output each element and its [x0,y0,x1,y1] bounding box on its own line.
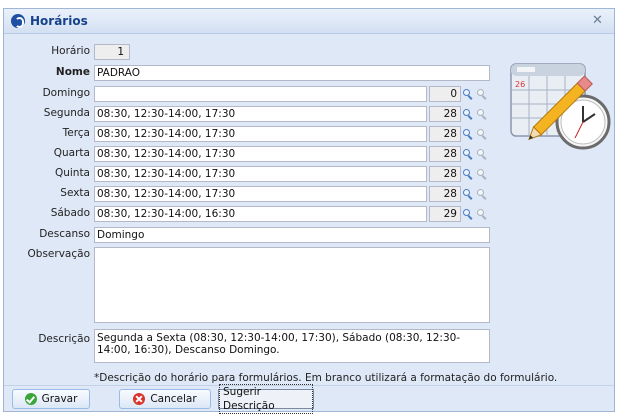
magnifier-grey-icon[interactable] [476,108,488,120]
magnifier-icon[interactable] [462,208,474,220]
magnifier-grey-icon[interactable] [476,88,488,100]
terca-field[interactable]: 08:30, 12:30-14:00, 17:30 [94,126,427,142]
horario-field: 1 [94,44,130,60]
form-panel: Horário 1 Nome PADRAO Domingo 0 Segunda … [4,35,614,387]
magnifier-grey-icon[interactable] [476,208,488,220]
title-bar: Horários ✕ [4,9,614,34]
descanso-label: Descanso [39,228,90,240]
close-icon[interactable]: ✕ [590,13,605,28]
terca-count: 28 [429,126,461,142]
magnifier-icon[interactable] [462,128,474,140]
cancel-button-label: Cancelar [150,393,197,405]
quarta-label: Quarta [53,147,90,159]
app-logo-icon [11,14,25,28]
domingo-label: Domingo [42,87,90,99]
magnifier-grey-icon[interactable] [476,128,488,140]
horarios-window: Horários ✕ Horário 1 Nome PADRAO Domingo… [3,8,615,414]
save-button[interactable]: Gravar [12,389,90,409]
button-bar: Gravar Cancelar Sugerir Descrição [4,384,614,414]
descricao-note: *Descrição do horário para formulários. … [94,372,558,384]
sexta-label: Sexta [60,187,90,199]
calendar-clock-pencil-icon: 26 [510,63,611,150]
segunda-field[interactable]: 08:30, 12:30-14:00, 17:30 [94,106,427,122]
quarta-count: 28 [429,146,461,162]
suggest-description-label: Sugerir Descrição [219,384,313,414]
cancel-circle-icon [133,393,146,405]
magnifier-icon[interactable] [462,188,474,200]
svg-text:26: 26 [515,80,525,89]
nome-label: Nome [55,66,90,78]
sabado-count: 29 [429,206,461,222]
sabado-field[interactable]: 08:30, 12:30-14:00, 16:30 [94,206,427,222]
magnifier-icon[interactable] [462,88,474,100]
quinta-field[interactable]: 08:30, 12:30-14:00, 17:30 [94,166,427,182]
observacao-textarea[interactable] [94,247,490,323]
magnifier-icon[interactable] [462,148,474,160]
magnifier-icon[interactable] [462,108,474,120]
suggest-description-button[interactable]: Sugerir Descrição [218,384,314,414]
save-button-label: Gravar [41,393,78,405]
sabado-label: Sábado [50,207,90,219]
domingo-field[interactable] [94,86,427,102]
quinta-label: Quinta [54,167,90,179]
magnifier-grey-icon[interactable] [476,188,488,200]
magnifier-icon[interactable] [462,168,474,180]
magnifier-grey-icon[interactable] [476,148,488,160]
domingo-count: 0 [429,86,461,102]
observacao-label: Observação [27,248,90,260]
window-title: Horários [30,14,88,28]
horario-label: Horário [51,45,90,57]
descricao-label: Descrição [38,333,90,345]
nome-field[interactable]: PADRAO [94,65,490,81]
sexta-count: 28 [429,186,461,202]
sexta-field[interactable]: 08:30, 12:30-14:00, 17:30 [94,186,427,202]
descanso-field[interactable]: Domingo [94,227,490,243]
check-circle-icon [24,393,37,405]
quinta-count: 28 [429,166,461,182]
terca-label: Terça [62,127,90,139]
magnifier-grey-icon[interactable] [476,168,488,180]
cancel-button[interactable]: Cancelar [119,389,211,409]
descricao-textarea[interactable]: Segunda a Sexta (08:30, 12:30-14:00, 17:… [94,329,490,363]
segunda-count: 28 [429,106,461,122]
quarta-field[interactable]: 08:30, 12:30-14:00, 17:30 [94,146,427,162]
segunda-label: Segunda [43,107,90,119]
